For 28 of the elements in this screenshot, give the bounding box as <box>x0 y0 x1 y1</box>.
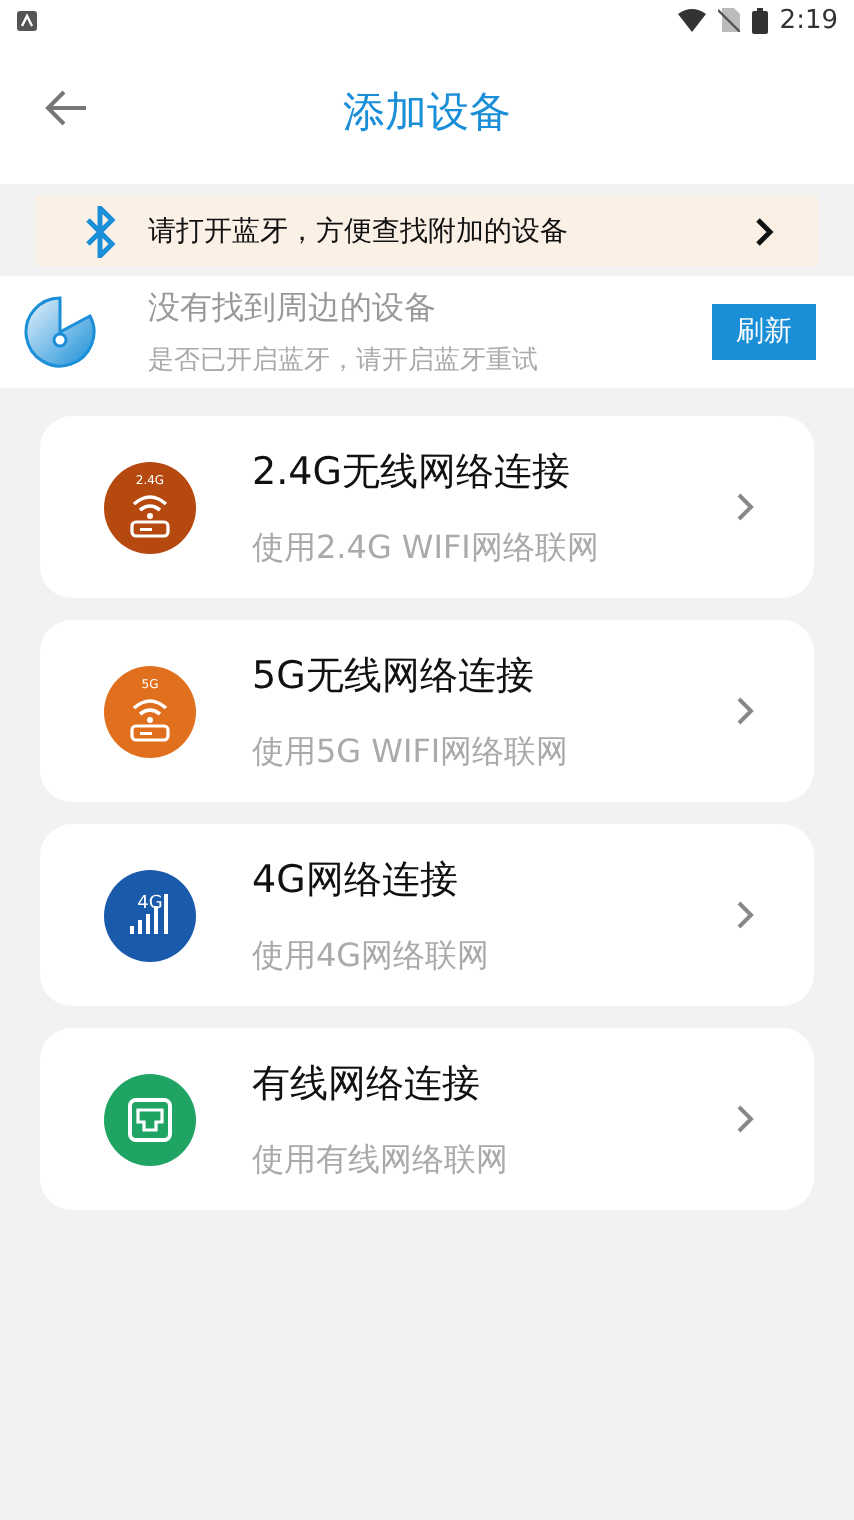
chevron-icon <box>736 492 754 522</box>
scan-hint: 是否已开启蓝牙，请开启蓝牙重试 <box>148 343 540 377</box>
scan-status: 没有找到周边的设备 <box>148 287 438 329</box>
banner-text: 请打开蓝牙，方便查找附加的设备 <box>148 213 570 249</box>
wifi-icon <box>677 8 706 32</box>
bluetooth-icon <box>84 205 116 257</box>
clock: 2:19 <box>779 5 838 35</box>
chevron-icon <box>736 1104 754 1134</box>
chevron-icon <box>754 215 774 247</box>
page-title: 添加设备 <box>343 86 511 140</box>
radar-icon <box>24 296 96 368</box>
connection-option[interactable]: 有线网络连接 使用有线网络联网 <box>40 1028 814 1210</box>
option-subtitle: 使用有线网络联网 <box>252 1139 510 1181</box>
option-subtitle: 使用5G WIFI网络联网 <box>252 731 571 773</box>
chevron-icon <box>736 696 754 726</box>
option-title: 2.4G无线网络连接 <box>252 447 572 497</box>
option-subtitle: 使用4G网络联网 <box>252 935 492 977</box>
refresh-button[interactable]: 刷新 <box>712 304 816 360</box>
option-title: 5G无线网络连接 <box>252 651 536 701</box>
option-title: 有线网络连接 <box>252 1059 482 1109</box>
option-subtitle: 使用2.4G WIFI网络联网 <box>252 527 601 569</box>
chevron-icon <box>736 900 754 930</box>
back-icon[interactable] <box>44 88 88 128</box>
bluetooth-banner[interactable]: 请打开蓝牙，方便查找附加的设备 <box>36 196 818 266</box>
notification-icon <box>16 9 38 31</box>
no-sim-icon <box>717 8 740 32</box>
option-title: 4G网络连接 <box>252 855 460 905</box>
battery-icon <box>751 7 768 33</box>
